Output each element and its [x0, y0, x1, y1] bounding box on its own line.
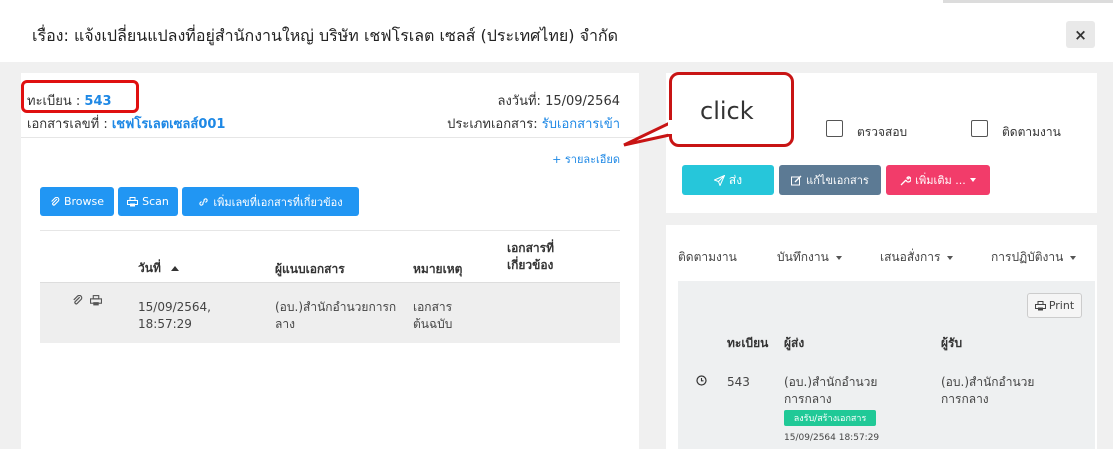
- tab-propose[interactable]: เสนอสั่งการ: [880, 248, 954, 267]
- wrench-icon: [900, 175, 912, 186]
- col-header-note[interactable]: หมายเหตุ: [413, 260, 462, 279]
- more-label: เพิ่มเติม ...: [915, 174, 966, 187]
- tab-operations[interactable]: การปฏิบัติงาน: [991, 248, 1077, 267]
- close-button[interactable]: ×: [1066, 21, 1095, 48]
- follow-checkbox[interactable]: [971, 120, 988, 137]
- send-button[interactable]: ส่ง: [682, 165, 774, 195]
- tracking-col-sender: ผู้ส่ง: [784, 336, 805, 350]
- paperclip-icon[interactable]: [72, 295, 83, 306]
- col-header-attacher[interactable]: ผู้แนบเอกสาร: [275, 260, 345, 279]
- col-header-related[interactable]: เอกสารที่เกี่ยวข้อง: [507, 240, 567, 274]
- tab-propose-label: เสนอสั่งการ: [880, 250, 941, 264]
- scan-button[interactable]: Scan: [118, 187, 178, 216]
- check-label: ตรวจสอบ: [857, 125, 908, 139]
- tracking-sender: (อบ.)สำนักอำนวยการกลาง: [784, 375, 878, 406]
- print-label: Print: [1048, 299, 1075, 312]
- caret-down-icon: [947, 255, 954, 260]
- highlight-box: [21, 80, 139, 113]
- doctype-value[interactable]: รับเอกสารเข้า: [542, 117, 620, 132]
- more-dropdown-button[interactable]: เพิ่มเติม ...: [886, 165, 990, 195]
- paperclip-icon: [50, 196, 60, 207]
- divider: [21, 137, 639, 138]
- docno-value[interactable]: เชฟโรเลตเซลส์001: [112, 117, 226, 132]
- edit-document-button[interactable]: แก้ไขเอกสาร: [779, 165, 881, 195]
- col-date-label: วันที่: [138, 261, 161, 275]
- sort-asc-icon: [171, 266, 180, 271]
- clock-icon: [696, 375, 707, 386]
- top-edge-bar: [943, 0, 1113, 3]
- send-label: ส่ง: [728, 172, 743, 187]
- row-date: 15/09/2564, 18:57:29: [138, 300, 211, 331]
- printer-icon: [127, 196, 139, 207]
- link-icon: [198, 197, 209, 207]
- tab-operations-label: การปฏิบัติงาน: [991, 250, 1064, 264]
- add-related-doc-button[interactable]: เพิ่มเลขที่เอกสารที่เกี่ยวข้อง: [182, 187, 359, 216]
- browse-button[interactable]: Browse: [40, 187, 114, 216]
- printer-icon[interactable]: [90, 295, 102, 306]
- row-note: เอกสารต้นฉบับ: [413, 300, 453, 331]
- tab-follow[interactable]: ติดตามงาน: [678, 248, 737, 267]
- tab-worklog[interactable]: บันทึกงาน: [777, 248, 842, 267]
- scan-label: Scan: [142, 195, 169, 208]
- tracking-receiver: (อบ.)สำนักอำนวยการกลาง: [941, 375, 1035, 406]
- table-top-divider: [40, 230, 620, 231]
- details-link[interactable]: + รายละเอียด: [552, 150, 620, 168]
- tracking-col-receiver: ผู้รับ: [941, 336, 963, 350]
- tab-worklog-label: บันทึกงาน: [777, 250, 829, 264]
- row-attacher: (อบ.)สำนักอำนวยการกลาง: [275, 300, 397, 331]
- paper-plane-icon: [713, 174, 725, 186]
- click-callout-text: click: [700, 97, 754, 125]
- printer-icon: [1034, 300, 1046, 311]
- check-checkbox[interactable]: [826, 120, 843, 137]
- follow-label: ติดตามงาน: [1002, 125, 1061, 139]
- modal-title: เรื่อง: แจ้งเปลี่ยนแปลงที่อยู่สำนักงานให…: [32, 26, 619, 45]
- caret-down-icon: [1070, 255, 1077, 260]
- date-label: ลงวันที่: 15/09/2564: [497, 94, 620, 109]
- docno-label: เอกสารเลขที่ :: [27, 117, 112, 132]
- doctype-label: ประเภทเอกสาร:: [447, 117, 542, 132]
- caret-down-icon: [969, 178, 976, 182]
- docno-line: เอกสารเลขที่ : เชฟโรเลตเซลส์001: [27, 113, 225, 134]
- caret-down-icon: [835, 255, 842, 260]
- col-header-date[interactable]: วันที่: [138, 259, 180, 278]
- browse-label: Browse: [63, 195, 105, 208]
- tracking-reg: 543: [727, 375, 750, 389]
- print-button[interactable]: Print: [1027, 293, 1082, 318]
- callout-joint: [668, 120, 674, 134]
- doctype-line: ประเภทเอกสาร: รับเอกสารเข้า: [447, 113, 620, 134]
- tracking-col-reg: ทะเบียน: [727, 336, 769, 350]
- tracking-timestamp: 15/09/2564 18:57:29: [784, 433, 880, 443]
- edit-icon: [791, 175, 802, 186]
- edit-label: แก้ไขเอกสาร: [806, 174, 869, 187]
- status-badge: ลงรับ/สร้างเอกสาร: [784, 410, 876, 426]
- add-related-label: เพิ่มเลขที่เอกสารที่เกี่ยวข้อง: [213, 195, 343, 209]
